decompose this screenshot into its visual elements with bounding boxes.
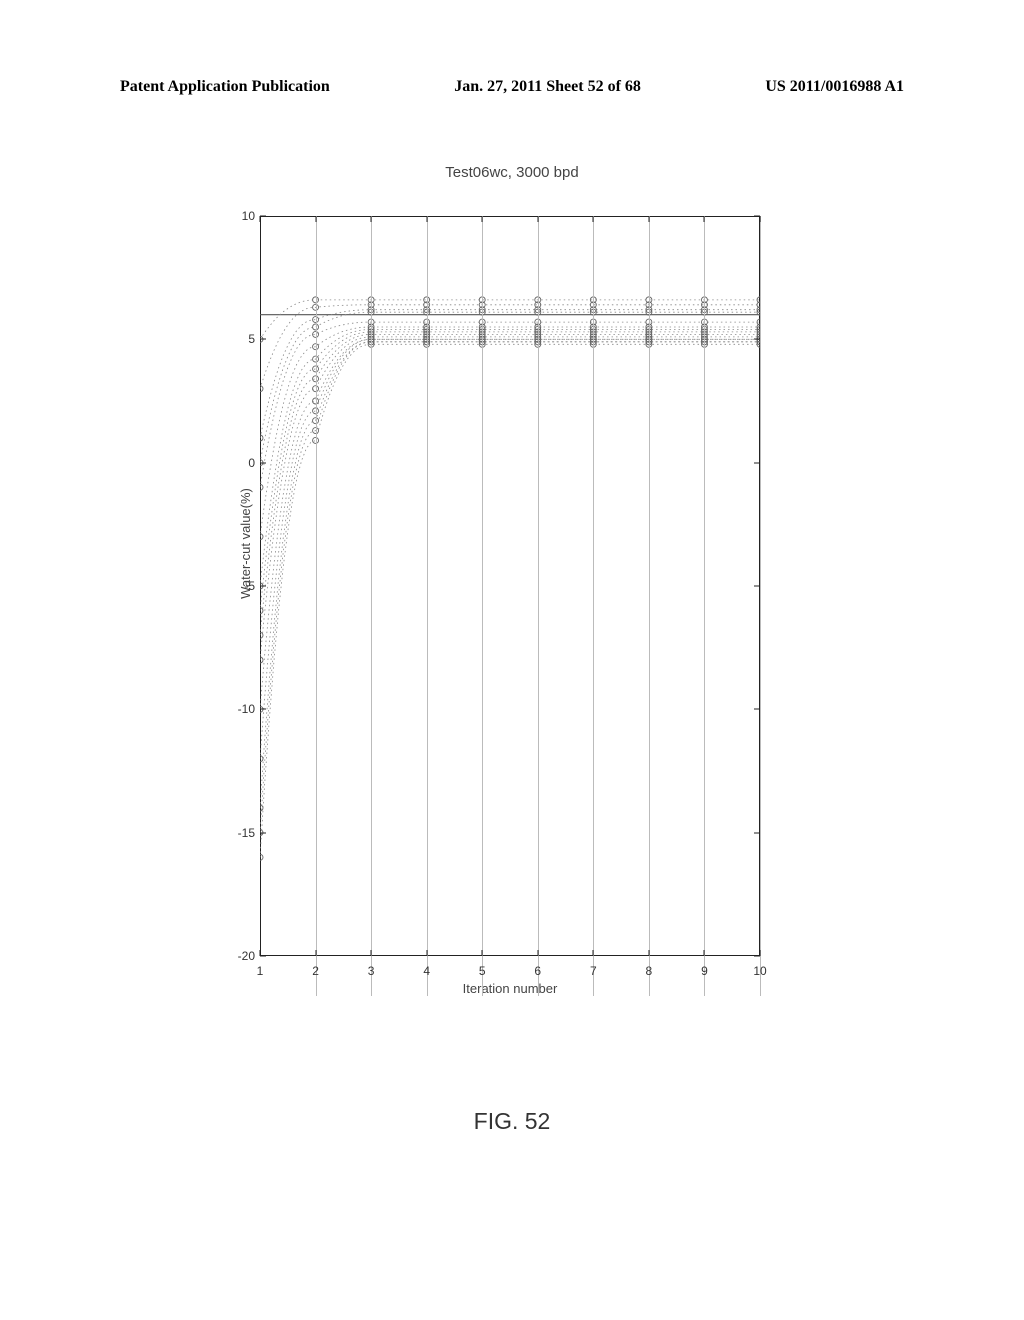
x-tick-label: 2 [306,964,326,978]
x-tick-label: 1 [250,964,270,978]
header-right: US 2011/0016988 A1 [765,78,904,96]
y-tick-label: -15 [225,826,255,840]
y-tick-label: -5 [225,579,255,593]
header-left: Patent Application Publication [120,78,330,96]
x-tick-label: 8 [639,964,659,978]
y-tick-label: -20 [225,949,255,963]
x-tick-label: 7 [583,964,603,978]
page-header: Patent Application Publication Jan. 27, … [120,78,904,96]
y-tick-label: 10 [225,209,255,223]
x-tick-label: 4 [417,964,437,978]
y-tick-label: 5 [225,332,255,346]
header-center: Jan. 27, 2011 Sheet 52 of 68 [454,78,641,96]
x-tick-label: 6 [528,964,548,978]
x-tick-label: 5 [472,964,492,978]
x-axis-label: Iteration number [260,981,760,996]
chart-title: Test06wc, 3000 bpd [0,164,1024,181]
y-tick-label: -10 [225,702,255,716]
x-tick-label: 10 [750,964,770,978]
chart: Water-cut value(%) Iteration number 1234… [200,216,780,996]
y-tick-label: 0 [225,456,255,470]
figure-label: FIG. 52 [0,1108,1024,1135]
x-tick-label: 3 [361,964,381,978]
x-tick-label: 9 [694,964,714,978]
